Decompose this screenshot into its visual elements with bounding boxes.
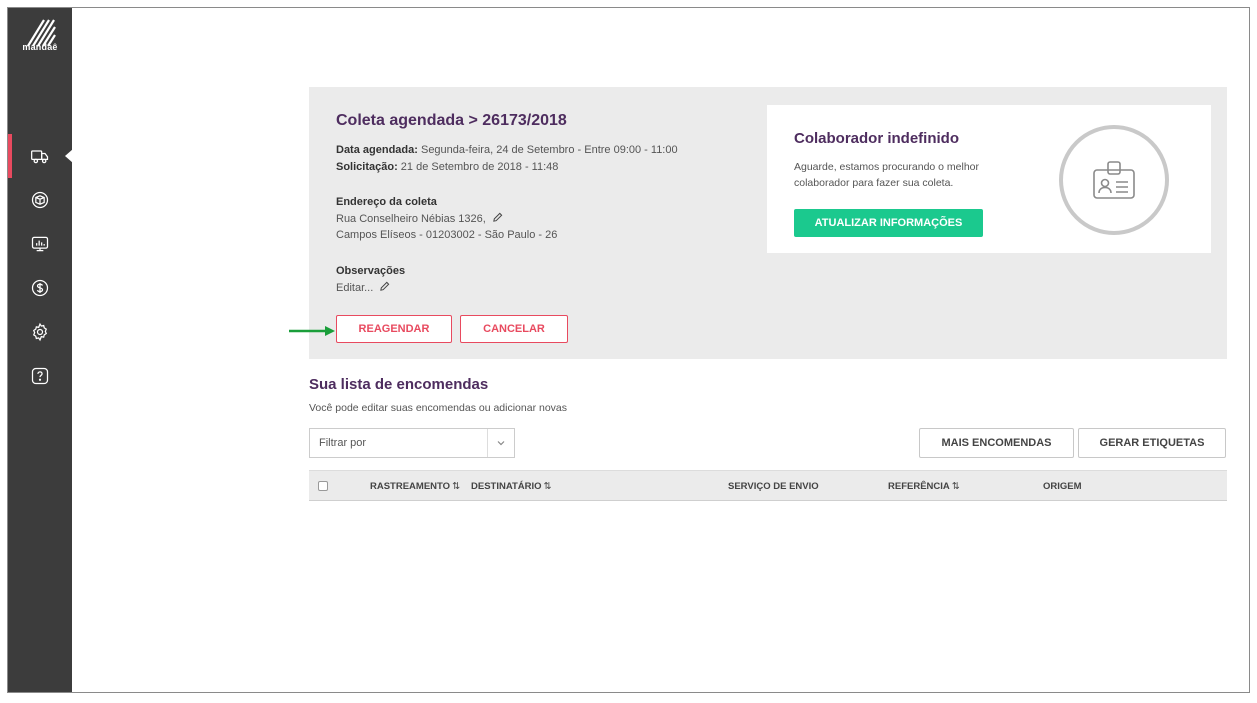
table-header: RASTREAMENTO ⇅ DESTINATÁRIO ⇅ SERVIÇO DE E… <box>309 470 1227 501</box>
solicitacao: Solicitação: 21 de Setembro de 2018 - 11… <box>336 161 558 173</box>
atualizar-informacoes-button[interactable]: ATUALIZAR INFORMAÇÕES <box>794 209 983 237</box>
endereco-title: Endereço da coleta <box>336 196 437 208</box>
column-destinatario[interactable]: DESTINATÁRIO ⇅ <box>471 481 552 492</box>
truck-icon <box>31 150 49 164</box>
id-badge-icon <box>1093 161 1135 199</box>
data-agendada-value: Segunda-feira, 24 de Setembro - Entre 09… <box>417 144 678 156</box>
colaborador-title: Colaborador indefinido <box>794 130 959 147</box>
endereco-line1: Rua Conselheiro Nébias 1326, <box>336 212 503 225</box>
list-title: Sua lista de encomendas <box>309 376 489 393</box>
colaborador-text: Aguarde, estamos procurando o melhor col… <box>794 161 980 189</box>
cancelar-button[interactable]: CANCELAR <box>460 315 568 343</box>
column-referencia[interactable]: REFERÊNCIA ⇅ <box>888 481 960 492</box>
observacoes-edit[interactable]: Editar... <box>336 281 390 294</box>
help-icon <box>31 367 49 385</box>
box-icon <box>31 191 49 209</box>
mandae-logo[interactable] <box>24 16 56 64</box>
dashboard-icon <box>31 236 49 252</box>
solicitacao-label: Solicitação: <box>336 161 398 173</box>
column-referencia-label: REFERÊNCIA <box>888 481 950 492</box>
column-servico-envio: SERVIÇO DE ENVIO <box>728 481 819 492</box>
colaborador-card: Colaborador indefinido Aguarde, estamos … <box>767 105 1211 253</box>
data-agendada: Data agendada: Segunda-feira, 24 de Sete… <box>336 144 678 156</box>
reagendar-button[interactable]: REAGENDAR <box>336 315 452 343</box>
app-window: mandaê Coleta agendada > 26173/2018 Data… <box>7 7 1250 693</box>
filter-select[interactable]: Filtrar por <box>309 428 515 458</box>
pencil-icon[interactable] <box>492 212 503 223</box>
logo-text: mandaê <box>22 42 58 52</box>
arrow-right-icon <box>289 326 335 336</box>
coleta-title: Coleta agendada > 26173/2018 <box>336 112 567 129</box>
sidebar-item-relatorios[interactable] <box>8 222 72 266</box>
sort-icon[interactable]: ⇅ <box>952 481 960 492</box>
column-rastreamento[interactable]: RASTREAMENTO ⇅ <box>370 481 460 492</box>
sidebar-item-configuracoes[interactable] <box>8 310 72 354</box>
column-destinatario-label: DESTINATÁRIO <box>471 481 542 492</box>
filter-placeholder: Filtrar por <box>319 437 367 449</box>
filter-divider <box>487 429 488 457</box>
observacoes-edit-text[interactable]: Editar... <box>336 282 373 294</box>
endereco-line1-text: Rua Conselheiro Nébias 1326, <box>336 213 486 225</box>
select-all-checkbox[interactable] <box>318 481 328 491</box>
sidebar-item-financeiro[interactable] <box>8 266 72 310</box>
column-rastreamento-label: RASTREAMENTO <box>370 481 451 492</box>
sidebar-item-coletas[interactable] <box>8 134 73 178</box>
sort-icon[interactable]: ⇅ <box>452 481 460 492</box>
endereco-line2: Campos Elíseos - 01203002 - São Paulo - … <box>336 229 558 241</box>
column-origem: ORIGEM <box>1043 481 1082 492</box>
pencil-icon[interactable] <box>379 281 390 292</box>
avatar <box>1059 125 1169 235</box>
sidebar: mandaê <box>8 8 73 692</box>
solicitacao-value: 21 de Setembro de 2018 - 11:48 <box>397 161 559 173</box>
dollar-icon <box>31 279 49 297</box>
sidebar-item-encomendas[interactable] <box>8 178 72 222</box>
gear-icon <box>32 322 48 342</box>
sort-icon[interactable]: ⇅ <box>544 481 552 492</box>
observacoes-title: Observações <box>336 265 406 277</box>
data-agendada-label: Data agendada: <box>336 144 418 156</box>
chevron-down-icon[interactable] <box>496 438 506 448</box>
mais-encomendas-button[interactable]: MAIS ENCOMENDAS <box>919 428 1074 458</box>
gerar-etiquetas-button[interactable]: GERAR ETIQUETAS <box>1078 428 1226 458</box>
list-subtitle: Você pode editar suas encomendas ou adic… <box>309 402 568 414</box>
sidebar-item-ajuda[interactable] <box>8 354 72 398</box>
